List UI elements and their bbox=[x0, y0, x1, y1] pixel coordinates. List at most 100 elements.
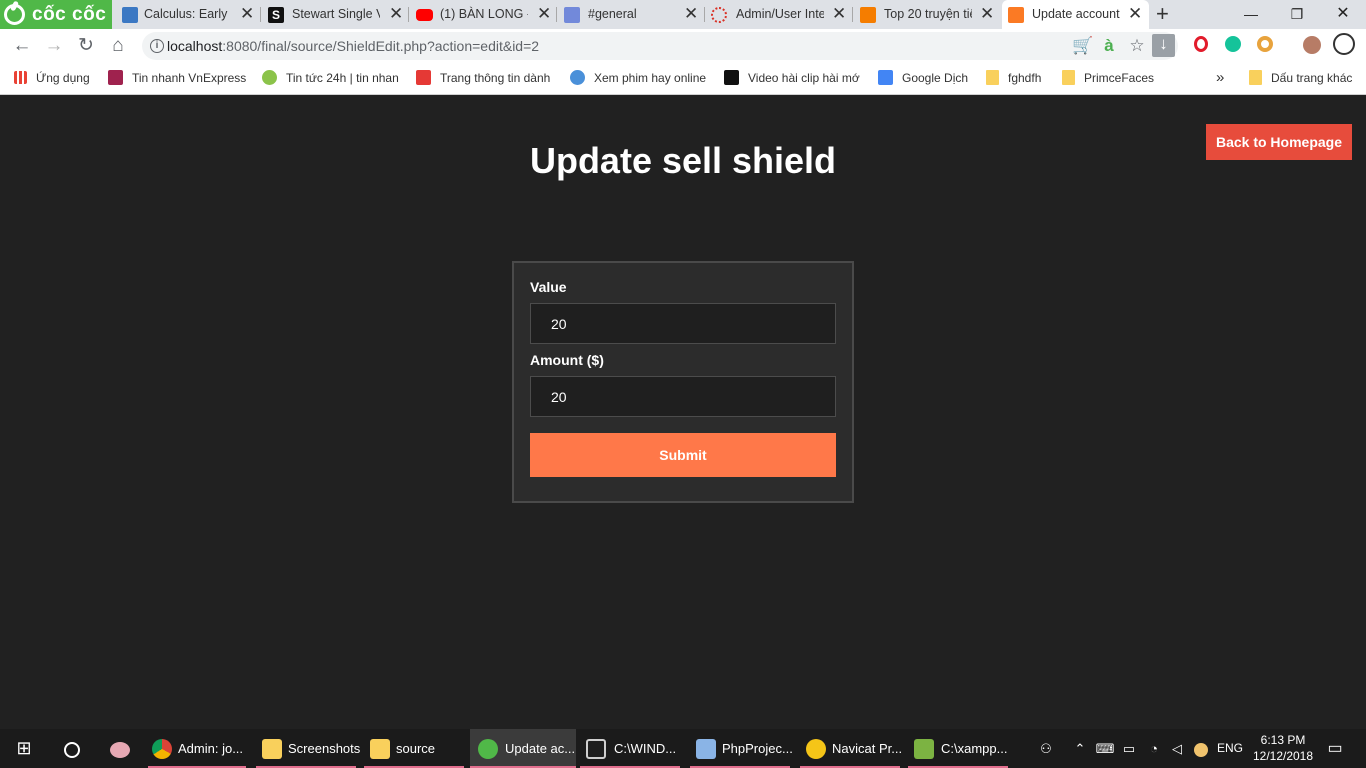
system-clock[interactable]: 6:13 PM 12/12/2018 bbox=[1248, 732, 1318, 764]
folder-icon bbox=[1062, 70, 1075, 86]
bookmark-apps[interactable]: Ứng dụng bbox=[14, 64, 90, 94]
c-logo-icon bbox=[724, 70, 739, 86]
url-text[interactable]: localhost:8080/final/source/ShieldEdit.p… bbox=[167, 32, 539, 60]
taskbar-item-source[interactable]: source bbox=[364, 729, 464, 768]
keyboard-icon[interactable]: ⌨ bbox=[1095, 729, 1115, 768]
apps-grid-icon bbox=[14, 71, 27, 85]
wifi-icon[interactable]: ◔ bbox=[1144, 729, 1164, 768]
folder-icon bbox=[986, 70, 999, 86]
tab-update-account[interactable]: Update account ✕ bbox=[1002, 0, 1149, 29]
chrome-extension-icon[interactable] bbox=[1255, 36, 1275, 56]
tab-title: Top 20 truyện tiể bbox=[884, 7, 972, 21]
bookmark-trang-thong-tin[interactable]: Trang thông tin dành bbox=[416, 64, 550, 94]
page-content: Update sell shield Back to Homepage Valu… bbox=[0, 96, 1366, 729]
tab-admin-user[interactable]: Admin/User Inte ✕ bbox=[706, 0, 853, 29]
people-icon[interactable]: ⚇ bbox=[1034, 729, 1058, 768]
bookmark-star-icon[interactable]: ☆ bbox=[1127, 36, 1147, 56]
windows-taskbar: ⊞ Admin: jo... Screenshots source Update… bbox=[0, 729, 1366, 768]
close-tab-icon[interactable]: ✕ bbox=[832, 0, 846, 28]
address-bar[interactable]: i localhost:8080/final/source/ShieldEdit… bbox=[142, 32, 1178, 60]
page-title: Update sell shield bbox=[529, 140, 837, 181]
forward-arrow-icon[interactable]: → bbox=[41, 34, 67, 60]
globe-icon bbox=[570, 70, 585, 86]
home-icon[interactable]: ⌂ bbox=[105, 34, 131, 60]
console-icon bbox=[586, 739, 606, 759]
tab-stewart[interactable]: S Stewart Single V ✕ bbox=[262, 0, 409, 29]
close-tab-icon[interactable]: ✕ bbox=[389, 0, 403, 28]
cortana-search-icon[interactable] bbox=[56, 729, 88, 768]
volume-icon[interactable]: ◁ bbox=[1167, 729, 1187, 768]
menu-circle-icon[interactable] bbox=[1332, 33, 1356, 57]
value-label: Value bbox=[530, 279, 567, 295]
coccoc-logo-icon bbox=[4, 4, 25, 25]
amount-input[interactable] bbox=[530, 376, 836, 417]
taskbar-item-cmd[interactable]: C:\WIND... bbox=[580, 729, 680, 768]
tab-title: Stewart Single V bbox=[292, 7, 380, 21]
opera-extension-icon[interactable] bbox=[1191, 36, 1211, 56]
submit-button[interactable]: Submit bbox=[530, 433, 836, 477]
paint-app-icon[interactable] bbox=[104, 729, 136, 768]
tab-title: #general bbox=[588, 7, 637, 21]
show-hidden-icons-chevron-icon[interactable]: ⌃ bbox=[1070, 729, 1090, 768]
minimize-icon[interactable]: — bbox=[1228, 0, 1274, 29]
close-tab-icon[interactable]: ✕ bbox=[1128, 0, 1142, 28]
close-window-icon[interactable]: ✕ bbox=[1320, 0, 1366, 29]
bookmark-vnexpress[interactable]: Tin nhanh VnExpress bbox=[108, 64, 246, 94]
tab-discord[interactable]: #general ✕ bbox=[558, 0, 705, 29]
coccoc-icon bbox=[478, 739, 498, 759]
reload-icon[interactable]: ↻ bbox=[73, 34, 99, 60]
browser-tab-strip: cốc cốc Calculus: Early Tr ✕ S Stewart S… bbox=[0, 0, 1366, 29]
clock-time: 6:13 PM bbox=[1260, 733, 1306, 747]
bookmark-video-hai[interactable]: Video hài clip hài mớ bbox=[724, 64, 860, 94]
browser-toolbar: ← → ↻ ⌂ i localhost:8080/final/source/Sh… bbox=[0, 29, 1366, 64]
tab-top20[interactable]: Top 20 truyện tiể ✕ bbox=[854, 0, 1001, 29]
info-icon[interactable]: i bbox=[150, 39, 164, 53]
close-tab-icon[interactable]: ✕ bbox=[684, 0, 698, 28]
news-icon bbox=[416, 70, 431, 86]
tab-title: Admin/User Inte bbox=[736, 7, 824, 21]
bookmarks-overflow-button[interactable]: » bbox=[1216, 64, 1224, 94]
taskbar-item-admin[interactable]: Admin: jo... bbox=[148, 729, 246, 768]
vietnamese-typing-icon[interactable]: à bbox=[1099, 36, 1119, 56]
notification-center-icon[interactable]: ▭ bbox=[1320, 729, 1350, 768]
tab-title: Update account bbox=[1032, 7, 1120, 21]
navicat-icon bbox=[806, 739, 826, 759]
taskbar-item-phpproject[interactable]: PhpProjec... bbox=[690, 729, 793, 768]
book-icon bbox=[122, 7, 138, 23]
download-icon[interactable]: ↓ bbox=[1152, 34, 1175, 57]
coccoc-menu-button[interactable]: cốc cốc bbox=[0, 0, 112, 29]
restore-icon[interactable]: ❐ bbox=[1274, 0, 1320, 29]
tab-calculus[interactable]: Calculus: Early Tr ✕ bbox=[114, 0, 261, 29]
battery-icon[interactable]: ▭ bbox=[1119, 729, 1139, 768]
new-tab-icon[interactable]: + bbox=[1156, 0, 1169, 27]
bookmarks-bar: Ứng dụng Tin nhanh VnExpress Tin tức 24h… bbox=[0, 64, 1366, 95]
shopping-cart-icon[interactable]: 🛒 bbox=[1072, 36, 1093, 56]
tab-separator bbox=[852, 7, 853, 22]
tab-title: (1) BÀN LONG - T bbox=[440, 7, 528, 21]
back-to-homepage-button[interactable]: Back to Homepage bbox=[1206, 124, 1352, 160]
folder-icon bbox=[1249, 70, 1262, 86]
tab-separator bbox=[704, 7, 705, 22]
value-input[interactable] bbox=[530, 303, 836, 344]
back-arrow-icon[interactable]: ← bbox=[9, 34, 35, 60]
close-tab-icon[interactable]: ✕ bbox=[240, 0, 254, 28]
bookmark-other[interactable]: Dấu trang khác bbox=[1249, 64, 1352, 94]
bookmark-xem-phim[interactable]: Xem phim hay online bbox=[570, 64, 706, 94]
grammarly-icon[interactable] bbox=[1223, 36, 1243, 56]
bookmark-24h[interactable]: Tin tức 24h | tin nhan bbox=[262, 64, 399, 94]
close-tab-icon[interactable]: ✕ bbox=[980, 0, 994, 28]
language-indicator[interactable]: ENG bbox=[1213, 729, 1247, 768]
profile-avatar-icon[interactable] bbox=[1302, 36, 1322, 56]
weather-icon[interactable] bbox=[1191, 729, 1211, 768]
tab-youtube[interactable]: (1) BÀN LONG - T ✕ bbox=[410, 0, 557, 29]
taskbar-item-navicat[interactable]: Navicat Pr... bbox=[800, 729, 902, 768]
taskbar-item-update-account[interactable]: Update ac... bbox=[470, 729, 576, 768]
bookmark-folder-primcefaces[interactable]: PrimceFaces bbox=[1062, 64, 1154, 94]
taskbar-item-xampp[interactable]: C:\xampp... bbox=[908, 729, 1008, 768]
bookmark-google-dich[interactable]: Google Dịch bbox=[878, 64, 968, 94]
windows-start-icon[interactable]: ⊞ bbox=[8, 729, 40, 768]
clock-date: 12/12/2018 bbox=[1252, 749, 1314, 763]
close-tab-icon[interactable]: ✕ bbox=[537, 0, 551, 28]
taskbar-item-screenshots[interactable]: Screenshots bbox=[256, 729, 360, 768]
bookmark-folder-fghdfh[interactable]: fghdfh bbox=[986, 64, 1041, 94]
